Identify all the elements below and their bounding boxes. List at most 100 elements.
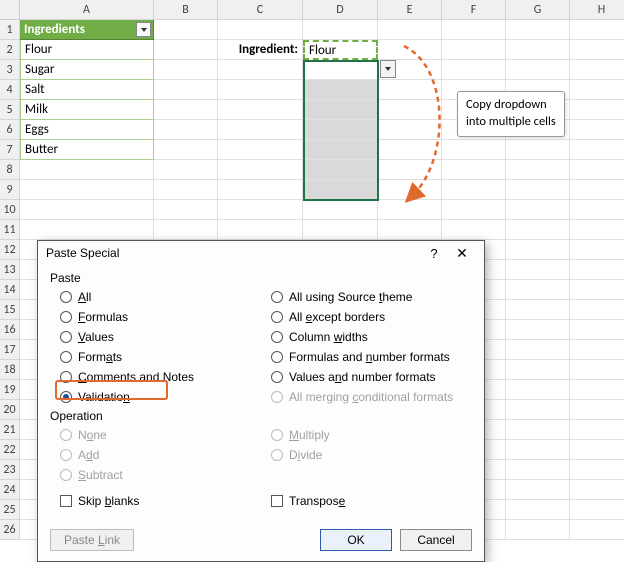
col-header[interactable]: H <box>570 0 624 20</box>
cell[interactable] <box>218 160 303 180</box>
radio-all-except-borders[interactable]: All except borders <box>261 307 472 327</box>
table-row[interactable]: Butter <box>20 140 154 160</box>
cell[interactable] <box>570 280 624 300</box>
cell[interactable] <box>154 80 218 100</box>
selected-cell[interactable] <box>303 80 378 100</box>
cell[interactable] <box>218 60 303 80</box>
cell[interactable] <box>570 20 624 40</box>
cell[interactable] <box>570 180 624 200</box>
radio-formulas[interactable]: Formulas <box>50 307 261 327</box>
row-header[interactable]: 18 <box>0 360 20 380</box>
row-header[interactable]: 20 <box>0 400 20 420</box>
cell[interactable] <box>506 140 570 160</box>
cell[interactable] <box>570 100 624 120</box>
cell[interactable] <box>570 300 624 320</box>
cell[interactable] <box>570 400 624 420</box>
cell[interactable] <box>506 480 570 500</box>
cell[interactable] <box>570 420 624 440</box>
cell[interactable] <box>378 20 442 40</box>
transpose-checkbox[interactable]: Transpose <box>261 491 472 511</box>
selected-cell[interactable] <box>303 140 378 160</box>
cell[interactable] <box>303 200 378 220</box>
cell[interactable] <box>218 140 303 160</box>
cell[interactable] <box>378 220 442 240</box>
cell[interactable] <box>570 520 624 540</box>
cell[interactable] <box>506 460 570 480</box>
cell[interactable] <box>218 20 303 40</box>
close-icon[interactable]: ✕ <box>448 245 476 262</box>
cell[interactable] <box>570 160 624 180</box>
radio-all-using-source-theme[interactable]: All using Source theme <box>261 287 472 307</box>
cell[interactable] <box>506 160 570 180</box>
cell[interactable] <box>378 80 442 100</box>
cell[interactable] <box>218 80 303 100</box>
cell[interactable] <box>154 100 218 120</box>
cell[interactable] <box>506 360 570 380</box>
cell[interactable] <box>378 100 442 120</box>
cell[interactable] <box>570 80 624 100</box>
cell[interactable] <box>570 480 624 500</box>
row-header[interactable]: 13 <box>0 260 20 280</box>
row-header[interactable]: 1 <box>0 20 20 40</box>
table-header-cell[interactable]: Ingredients <box>20 20 154 40</box>
cell[interactable] <box>442 140 506 160</box>
selected-cell[interactable] <box>303 100 378 120</box>
cell[interactable] <box>218 100 303 120</box>
cell[interactable] <box>506 20 570 40</box>
cell[interactable] <box>570 340 624 360</box>
cell[interactable] <box>442 180 506 200</box>
cell[interactable] <box>378 160 442 180</box>
cell[interactable] <box>442 160 506 180</box>
filter-button[interactable] <box>136 22 151 37</box>
row-header[interactable]: 21 <box>0 420 20 440</box>
cell[interactable] <box>303 220 378 240</box>
cell[interactable] <box>20 200 154 220</box>
cell[interactable] <box>20 220 154 240</box>
cell[interactable] <box>154 200 218 220</box>
cell[interactable] <box>570 40 624 60</box>
cell[interactable] <box>570 500 624 520</box>
col-header[interactable]: G <box>506 0 570 20</box>
row-header[interactable]: 17 <box>0 340 20 360</box>
cell[interactable] <box>506 60 570 80</box>
cell[interactable] <box>506 440 570 460</box>
cell[interactable] <box>570 380 624 400</box>
cell[interactable] <box>570 260 624 280</box>
cell[interactable] <box>506 340 570 360</box>
cell[interactable] <box>570 120 624 140</box>
row-header[interactable]: 24 <box>0 480 20 500</box>
cell[interactable] <box>218 220 303 240</box>
cell[interactable] <box>506 380 570 400</box>
row-header[interactable]: 5 <box>0 100 20 120</box>
row-header[interactable]: 19 <box>0 380 20 400</box>
radio-all[interactable]: All <box>50 287 261 307</box>
radio-values-and-number-formats[interactable]: Values and number formats <box>261 367 472 387</box>
cell[interactable] <box>570 200 624 220</box>
table-row[interactable]: Sugar <box>20 60 154 80</box>
col-header[interactable]: E <box>378 0 442 20</box>
row-header[interactable]: 16 <box>0 320 20 340</box>
row-header[interactable]: 3 <box>0 60 20 80</box>
selected-cell[interactable] <box>303 180 378 200</box>
cell[interactable] <box>442 40 506 60</box>
row-header[interactable]: 10 <box>0 200 20 220</box>
cell[interactable] <box>378 140 442 160</box>
cell[interactable] <box>442 200 506 220</box>
selected-cell[interactable] <box>303 60 378 80</box>
copied-source-cell[interactable]: Flour <box>303 40 378 60</box>
cell[interactable] <box>506 200 570 220</box>
cell[interactable] <box>570 460 624 480</box>
row-header[interactable]: 26 <box>0 520 20 540</box>
cell[interactable] <box>506 500 570 520</box>
cell[interactable] <box>218 120 303 140</box>
row-header[interactable]: 4 <box>0 80 20 100</box>
help-button[interactable]: ? <box>420 246 448 261</box>
cell[interactable] <box>154 180 218 200</box>
cell[interactable] <box>154 220 218 240</box>
radio-validation[interactable]: Validation <box>50 387 261 407</box>
row-header[interactable]: 25 <box>0 500 20 520</box>
cell[interactable] <box>154 60 218 80</box>
dropdown-button[interactable] <box>380 60 396 78</box>
cell[interactable] <box>378 120 442 140</box>
row-header[interactable]: 14 <box>0 280 20 300</box>
